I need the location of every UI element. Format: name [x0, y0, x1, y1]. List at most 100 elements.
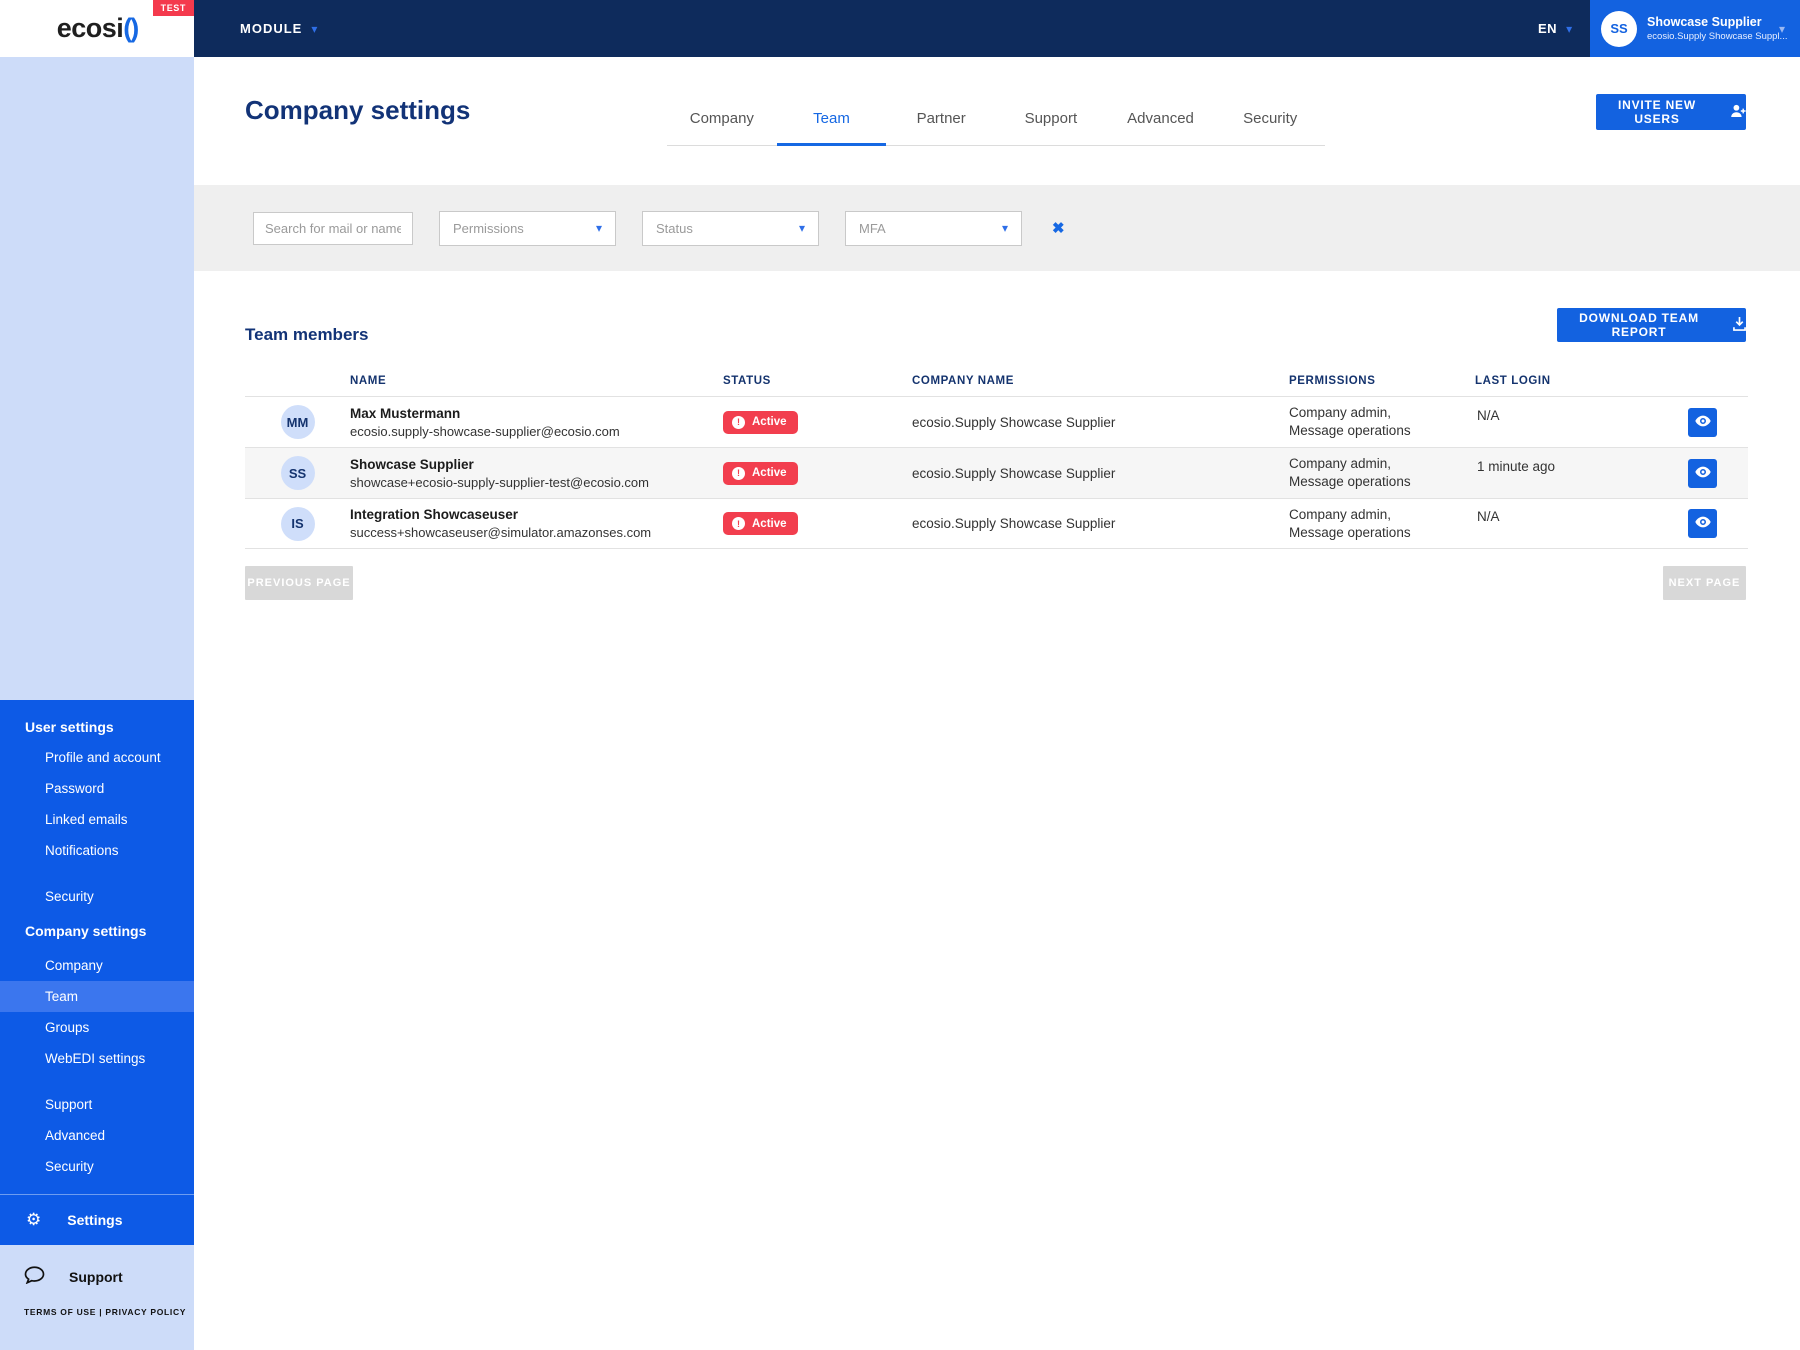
sidebar-item-linked-emails[interactable]: Linked emails	[0, 804, 194, 835]
filter-bar: Permissions ▾ Status ▾ MFA ▾ ✖	[194, 185, 1800, 271]
tab-security[interactable]: Security	[1215, 100, 1325, 145]
company-cell: ecosio.Supply Showcase Supplier	[912, 414, 1116, 430]
chevron-down-icon: ▾	[1779, 21, 1786, 36]
sidebar-navigation: User settings Profile and account Passwo…	[0, 700, 194, 1245]
sidebar-item-notifications[interactable]: Notifications	[0, 835, 194, 866]
sidebar-item-password[interactable]: Password	[0, 773, 194, 804]
member-name: Integration Showcaseuser	[350, 507, 519, 522]
permissions-cell: Company admin, Message operations	[1289, 455, 1475, 491]
name-cell: Integration Showcaseuser success+showcas…	[350, 507, 723, 540]
actions-cell: N/A	[1475, 509, 1748, 538]
avatar-cell: SS	[245, 456, 350, 490]
sidebar-item-company[interactable]: Company	[0, 950, 194, 981]
language-selector[interactable]: EN ▾	[1538, 0, 1572, 57]
member-name: Max Mustermann	[350, 405, 461, 421]
status-badge: ! Active	[723, 410, 798, 434]
download-team-report-button[interactable]: DOWNLOAD TEAM REPORT	[1557, 308, 1746, 342]
avatar: IS	[280, 506, 315, 541]
chevron-down-icon: ▾	[1566, 21, 1573, 36]
user-company: ecosio.Supply Showcase Suppl...	[1647, 31, 1788, 42]
divider	[0, 866, 194, 881]
ecosio-logo: ecosi()	[57, 13, 140, 44]
divider	[0, 1074, 194, 1089]
view-member-button[interactable]	[1688, 458, 1717, 488]
avatar: SS	[280, 456, 315, 490]
status-label: Active	[752, 416, 787, 428]
sidebar-item-profile-and-account[interactable]: Profile and account	[0, 742, 194, 773]
avatar-cell: IS	[245, 506, 350, 541]
name-cell: Max Mustermann ecosio.supply-showcase-su…	[350, 406, 723, 439]
company-cell: ecosio.Supply Showcase Supplier	[912, 465, 1116, 481]
status-filter-label: Status	[656, 220, 693, 236]
permissions-filter-dropdown[interactable]: Permissions ▾	[439, 210, 616, 246]
sidebar-item-settings[interactable]: ⚙ Settings	[0, 1195, 194, 1245]
column-header-spacer	[245, 375, 350, 387]
module-menu[interactable]: MODULE ▾	[240, 0, 317, 57]
invite-new-users-button[interactable]: INVITE NEW USERS	[1596, 94, 1746, 130]
tab-partner[interactable]: Partner	[886, 100, 996, 145]
column-header-permissions: PERMISSIONS	[1289, 375, 1376, 387]
last-login-cell: 1 minute ago	[1477, 458, 1556, 474]
tab-team[interactable]: Team	[776, 100, 887, 146]
support-label: Support	[69, 1269, 123, 1285]
privacy-policy-link[interactable]: PRIVACY POLICY	[105, 1307, 186, 1317]
settings-tabs: Company Team Partner Support Advanced Se…	[667, 100, 1325, 146]
status-label: Active	[752, 517, 787, 530]
permissions-cell: Company admin, Message operations	[1289, 506, 1475, 542]
previous-page-button[interactable]: PREVIOUS PAGE	[245, 566, 353, 600]
permission-line: Company admin,	[1289, 456, 1392, 471]
column-header-name: NAME	[350, 375, 387, 387]
actions-cell: 1 minute ago	[1475, 458, 1748, 488]
sidebar-section-company-settings: Company settings	[25, 923, 147, 939]
column-header-company-name: COMPANY NAME	[912, 375, 1014, 387]
terms-of-use-link[interactable]: TERMS OF USE	[24, 1307, 96, 1317]
permission-line: Company admin,	[1289, 506, 1392, 522]
permissions-cell: Company admin, Message operations	[1289, 404, 1475, 440]
person-plus-icon	[1730, 104, 1746, 121]
team-members-table: NAME STATUS COMPANY NAME PERMISSIONS LAS…	[245, 375, 1748, 549]
avatar: SS	[1601, 10, 1637, 47]
tab-support[interactable]: Support	[996, 100, 1106, 145]
status-filter-dropdown[interactable]: Status ▾	[642, 210, 819, 246]
sidebar-item-webedi-settings[interactable]: WebEDI settings	[0, 1043, 194, 1074]
sidebar-item-team[interactable]: Team	[0, 981, 194, 1012]
status-badge: ! Active	[723, 461, 798, 485]
top-navbar: MODULE ▾ EN ▾ SS Showcase Supplier ecosi…	[0, 0, 1800, 57]
sidebar-item-user-security[interactable]: Security	[0, 881, 194, 912]
user-account-menu[interactable]: SS Showcase Supplier ecosio.Supply Showc…	[1590, 0, 1800, 57]
test-environment-badge: TEST	[152, 0, 194, 16]
info-icon: !	[732, 517, 745, 530]
team-members-heading: Team members	[245, 325, 369, 344]
sidebar-support-link[interactable]: Support	[0, 1257, 194, 1297]
name-cell: Showcase Supplier showcase+ecosio-supply…	[350, 457, 723, 490]
sidebar-item-advanced[interactable]: Advanced	[0, 1120, 194, 1151]
clear-filters-icon[interactable]: ✖	[1052, 219, 1065, 237]
permission-line: Message operations	[1289, 524, 1411, 540]
search-input[interactable]	[253, 211, 413, 245]
legal-footer: TERMS OF USE | PRIVACY POLICY	[24, 1307, 186, 1317]
status-cell: ! Active	[723, 461, 912, 485]
member-email: ecosio.supply-showcase-supplier@ecosio.c…	[350, 423, 620, 439]
column-header-status: STATUS	[723, 375, 771, 387]
sidebar-item-support[interactable]: Support	[0, 1089, 194, 1120]
mfa-filter-dropdown[interactable]: MFA ▾	[845, 210, 1022, 246]
view-member-button[interactable]	[1688, 509, 1717, 538]
sidebar-item-company-security[interactable]: Security	[0, 1151, 194, 1182]
eye-icon	[1694, 516, 1711, 531]
language-label: EN	[1538, 21, 1558, 36]
table-row: SS Showcase Supplier showcase+ecosio-sup…	[245, 447, 1748, 498]
tab-company[interactable]: Company	[667, 100, 777, 145]
tab-advanced[interactable]: Advanced	[1106, 100, 1216, 145]
main-content: Company settings Company Team Partner Su…	[194, 57, 1800, 1350]
member-email: success+showcaseuser@simulator.amazonses…	[350, 525, 652, 540]
table-row: MM Max Mustermann ecosio.supply-showcase…	[245, 396, 1748, 447]
sidebar-item-groups[interactable]: Groups	[0, 1012, 194, 1043]
logo-suffix: ()	[123, 13, 139, 43]
last-login-cell: N/A	[1477, 407, 1500, 423]
view-member-button[interactable]	[1688, 407, 1717, 437]
member-email: showcase+ecosio-supply-supplier-test@eco…	[350, 474, 649, 490]
member-name: Showcase Supplier	[350, 456, 474, 472]
table-header-row: NAME STATUS COMPANY NAME PERMISSIONS LAS…	[245, 375, 1748, 396]
next-page-button[interactable]: NEXT PAGE	[1663, 566, 1746, 600]
sidebar: User settings Profile and account Passwo…	[0, 57, 194, 1350]
